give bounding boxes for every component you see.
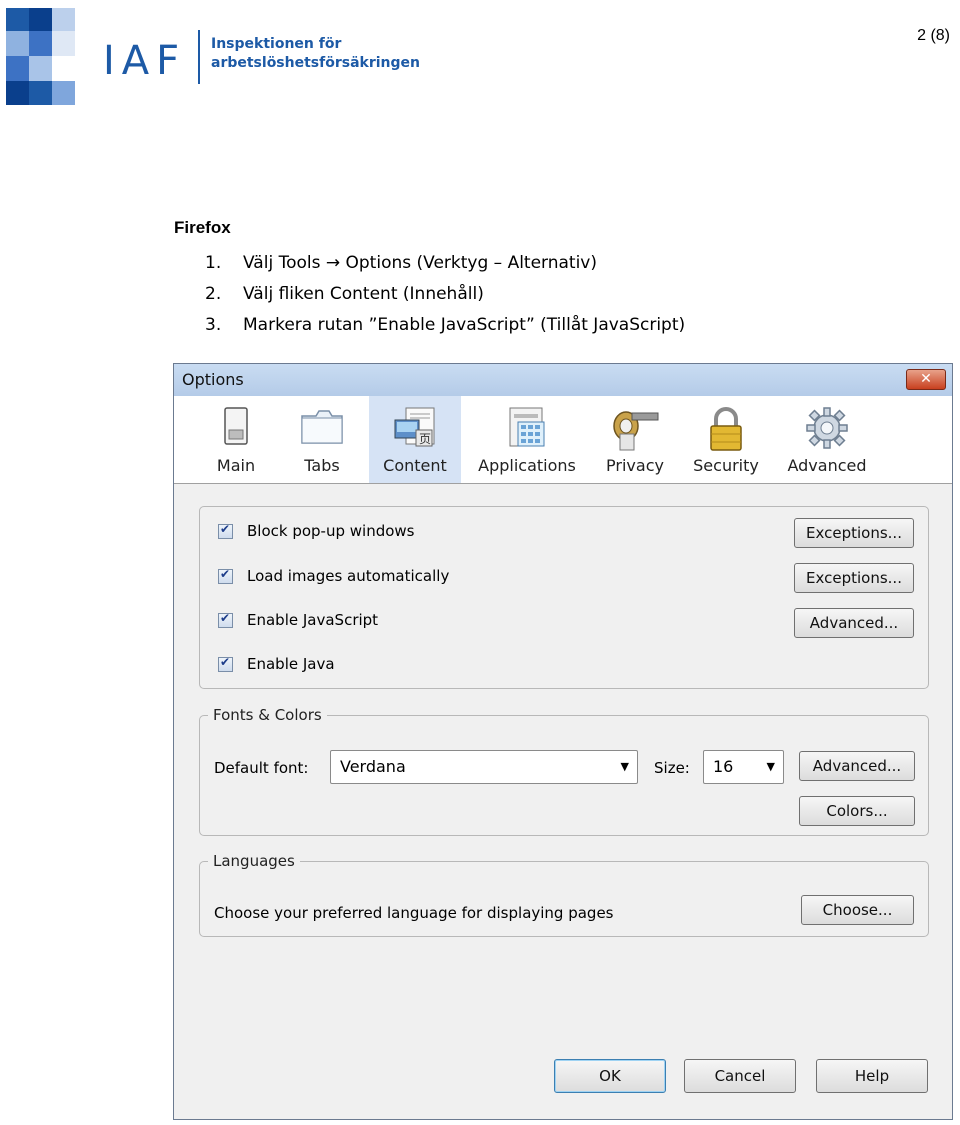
font-size-select[interactable]: 16 ▼ [703,750,784,784]
org-line-2: arbetslöshetsförsäkringen [211,55,420,71]
tab-label: Content [383,456,447,475]
block-popups-label: Block pop-up windows [247,522,415,540]
tab-main[interactable]: Main [198,396,274,483]
content-icon: 页 [394,407,435,447]
tab-label: Advanced [787,456,867,475]
block-popups-checkbox[interactable] [218,522,233,539]
security-icon [710,407,742,451]
step-item: 1. Välj Tools → Options (Verktyg – Altern… [205,253,598,273]
enable-javascript-label: Enable JavaScript [247,611,379,629]
enable-java-option[interactable]: Enable Java [218,653,335,675]
default-font-select[interactable]: Verdana ▼ [330,750,638,784]
logo-square [6,56,29,81]
tab-advanced[interactable]: Advanced [778,396,876,483]
size-label: Size: [654,759,690,777]
logo-square [29,31,52,56]
applications-icon [509,407,545,447]
tab-applications[interactable]: Applications [469,396,585,483]
close-icon: ✕ [920,371,932,387]
block-popups-option[interactable]: Block pop-up windows [218,520,415,542]
page-number: 2 (8) [917,27,950,44]
content-options-group: Block pop-up windows Load images automat… [199,506,929,689]
languages-legend: Languages [213,852,295,870]
logo-square [29,81,52,105]
enable-javascript-option[interactable]: Enable JavaScript [218,609,378,631]
logo-text: IAF [103,38,187,84]
options-dialog: Options ✕ Main Tabs 页 Content Applicatio… [173,363,953,1120]
logo-divider [198,30,200,84]
tab-label: Privacy [606,456,664,475]
logo-square [6,31,29,56]
main-icon [224,407,248,445]
help-button[interactable]: Help [816,1059,928,1093]
logo-square [52,8,75,31]
close-button[interactable]: ✕ [906,369,946,390]
step-item: 3. Markera rutan ”Enable JavaScript” (Til… [205,315,686,335]
step-item: 2. Välj fliken Content (Innehåll) [205,284,484,304]
section-heading: Firefox [174,218,231,237]
default-font-label: Default font: [214,759,309,777]
default-font-value: Verdana [340,757,406,776]
chevron-down-icon: ▼ [620,760,629,773]
dialog-title: Options [182,370,244,389]
languages-description: Choose your preferred language for displ… [214,904,614,922]
logo-square [52,81,75,105]
tab-label: Main [216,456,256,475]
images-exceptions-button[interactable]: Exceptions... [794,563,914,593]
tab-security[interactable]: Security [682,396,770,483]
load-images-option[interactable]: Load images automatically [218,565,449,587]
logo-square [6,81,29,105]
load-images-label: Load images automatically [247,567,450,585]
tab-tabs[interactable]: Tabs [284,396,360,483]
step-list: 1. Välj Tools → Options (Verktyg – Altern… [205,248,685,341]
chevron-down-icon: ▼ [766,760,775,773]
choose-language-button[interactable]: Choose... [801,895,914,925]
logo-square [29,56,52,81]
colors-button[interactable]: Colors... [799,796,915,826]
tab-label: Applications [478,456,576,475]
organisation-name: Inspektionen för arbetslöshetsförsäkring… [211,35,420,73]
options-toolbar: Main Tabs 页 Content Applications Privacy… [174,396,952,484]
cancel-button[interactable]: Cancel [684,1059,796,1093]
tab-content[interactable]: 页 Content [369,396,461,483]
font-size-value: 16 [713,757,734,776]
javascript-advanced-button[interactable]: Advanced... [794,608,914,638]
advanced-icon [806,407,848,449]
logo-square [6,8,29,31]
fonts-colors-legend: Fonts & Colors [213,706,322,724]
tab-privacy[interactable]: Privacy [594,396,676,483]
tab-label: Tabs [304,456,340,475]
privacy-icon [613,411,659,451]
load-images-checkbox[interactable] [218,567,233,584]
fonts-advanced-button[interactable]: Advanced... [799,751,915,781]
svg-text:页: 页 [419,432,431,446]
org-line-1: Inspektionen för [211,36,342,52]
enable-java-checkbox[interactable] [218,655,233,672]
tabs-icon [301,410,343,444]
logo-square [29,8,52,31]
fonts-colors-group: Fonts & Colors Default font: Verdana ▼ S… [199,706,929,836]
ok-button[interactable]: OK [554,1059,666,1093]
popup-exceptions-button[interactable]: Exceptions... [794,518,914,548]
enable-java-label: Enable Java [247,655,335,673]
languages-group: Languages Choose your preferred language… [199,852,929,937]
logo-square [52,31,75,56]
enable-javascript-checkbox[interactable] [218,611,233,628]
dialog-titlebar[interactable]: Options ✕ [174,364,952,397]
tab-label: Security [693,456,759,475]
